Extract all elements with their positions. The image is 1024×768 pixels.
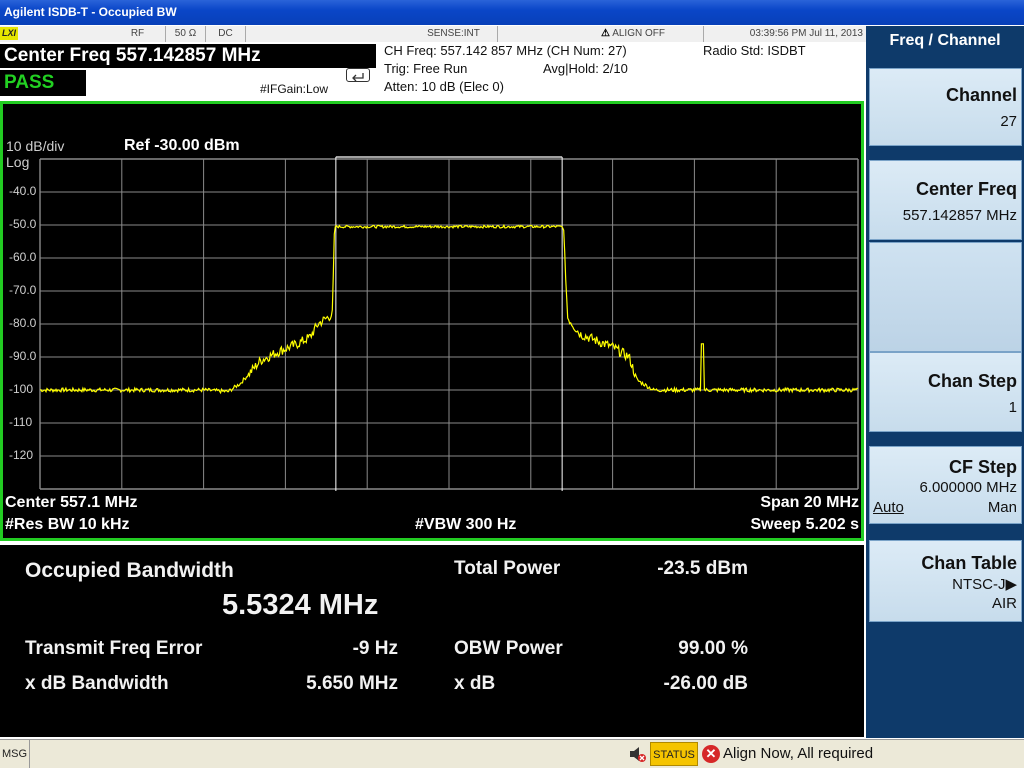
- softkey-chan-step-label: Chan Step: [927, 371, 1017, 391]
- softkey-cf-step-man[interactable]: Man: [988, 499, 1017, 516]
- scale-label: 10 dB/div: [6, 138, 65, 154]
- align-off-label: ALIGN OFF: [612, 28, 665, 39]
- softkey-center-freq[interactable]: Center Freq 557.142857 MHz: [869, 160, 1022, 240]
- total-power-value: -23.5 dBm: [657, 558, 748, 579]
- softkey-chan-table-label: Chan Table: [921, 553, 1017, 573]
- softkey-menu: Freq / Channel Channel 27 Center Freq 55…: [866, 26, 1024, 738]
- spectrum-plot: [39, 156, 859, 491]
- coupling-indicator: DC: [206, 26, 246, 42]
- y-tick-label: -120: [9, 448, 34, 462]
- y-tick-label: -90.0: [9, 349, 37, 363]
- ref-level-label[interactable]: Ref -30.00 dBm: [124, 137, 240, 155]
- y-tick-label: -40.0: [9, 184, 37, 198]
- total-power-label: Total Power: [454, 558, 561, 579]
- softkey-cf-step-auto[interactable]: Auto: [873, 499, 904, 516]
- spectrum-plot-panel: 10 dB/div Log Ref -30.00 dBm -40.0 -50.0 -…: [0, 101, 864, 541]
- y-tick-label: -70.0: [9, 283, 37, 297]
- softkey-chan-step[interactable]: Chan Step 1: [869, 352, 1022, 432]
- alignment-message: Align Now, All required: [723, 745, 874, 762]
- y-tick-label: -50.0: [9, 217, 37, 231]
- softkey-chan-table[interactable]: Chan Table NTSC-J▶ AIR: [869, 540, 1022, 622]
- obw-power-value: 99.00 %: [678, 638, 748, 659]
- softkey-center-freq-value: 557.142857 MHz: [902, 207, 1017, 224]
- log-label: Log: [6, 154, 30, 170]
- tfe-label: Transmit Freq Error: [25, 638, 203, 659]
- status-button[interactable]: STATUS: [650, 742, 698, 766]
- align-indicator: ⚠ ALIGN OFF: [598, 26, 704, 42]
- status-bar: MSG STATUS ✕ Align Now, All required: [0, 739, 1024, 768]
- vbw-label: #VBW 300 Hz: [415, 516, 517, 533]
- impedance-indicator: 50 Ω: [166, 26, 206, 42]
- atten-info: Atten: 10 dB (Elec 0): [384, 79, 504, 94]
- softkey-channel-label: Channel: [945, 85, 1017, 105]
- y-tick-label: -60.0: [9, 250, 37, 264]
- avg-hold-info: Avg|Hold: 2/10: [543, 61, 628, 76]
- obw-value: 5.5324 MHz: [222, 589, 379, 621]
- window-title: Agilent ISDB-T - Occupied BW: [0, 0, 1024, 25]
- y-tick-label: -100: [9, 382, 34, 396]
- softkey-chan-table-value: NTSC-J▶: [952, 576, 1017, 593]
- softkey-chan-step-value: 1: [1008, 399, 1017, 416]
- radio-std-info: Radio Std: ISDBT: [703, 43, 806, 58]
- error-icon: ✕: [702, 745, 720, 763]
- y-tick-label: -110: [9, 415, 33, 429]
- trigger-info: Trig: Free Run: [384, 61, 468, 76]
- speaker-muted-icon[interactable]: [628, 745, 648, 763]
- softkey-chan-table-value2: AIR: [991, 595, 1017, 612]
- date-time: 03:39:56 PM Jul 11, 2013: [749, 28, 863, 39]
- warning-icon: ⚠: [601, 28, 610, 39]
- center-label: Center 557.1 MHz: [5, 494, 138, 511]
- lxi-icon: LXI: [0, 27, 18, 40]
- pass-fail-indicator: PASS: [0, 70, 86, 96]
- sweep-label: Sweep 5.202 s: [750, 516, 859, 533]
- softkey-center-freq-label: Center Freq: [915, 179, 1017, 199]
- ch-freq-info: CH Freq: 557.142 857 MHz (CH Num: 27): [384, 43, 627, 58]
- tfe-value: -9 Hz: [352, 638, 398, 659]
- menu-title: Freq / Channel: [889, 32, 1001, 49]
- xdb-label: x dB: [454, 673, 496, 694]
- measurement-header: Center Freq 557.142857 MHz PASS #IFGain:…: [0, 42, 866, 99]
- sense-indicator: SENSE:INT: [410, 26, 498, 42]
- analyzer-window: Agilent ISDB-T - Occupied BW LXI RF 50 Ω…: [0, 0, 1024, 768]
- plot-grid: [39, 158, 859, 490]
- obw-label: Occupied Bandwidth: [25, 559, 234, 582]
- xdb-bw-value: 5.650 MHz: [306, 673, 398, 694]
- softkey-channel-value: 27: [1000, 113, 1017, 130]
- ifgain-indicator: #IFGain:Low: [260, 82, 329, 96]
- softkey-cf-step-value: 6.000000 MHz: [919, 479, 1017, 496]
- return-icon[interactable]: [346, 68, 370, 82]
- softkey-blank[interactable]: [869, 242, 1022, 352]
- softkey-cf-step[interactable]: CF Step 6.000000 MHz Auto Man: [869, 446, 1022, 524]
- center-freq-readout[interactable]: Center Freq 557.142857 MHz: [0, 44, 376, 68]
- results-panel: Occupied Bandwidth 5.5324 MHz Transmit F…: [0, 545, 864, 737]
- y-tick-label: -80.0: [9, 316, 37, 330]
- xdb-bw-label: x dB Bandwidth: [25, 673, 169, 694]
- res-bw-label: #Res BW 10 kHz: [5, 516, 130, 533]
- obw-power-label: OBW Power: [454, 638, 563, 659]
- xdb-value: -26.00 dB: [663, 673, 748, 694]
- instrument-status-row: LXI RF 50 Ω DC SENSE:INT ⚠ ALIGN OFF 03:…: [0, 26, 866, 42]
- msg-label[interactable]: MSG: [0, 740, 30, 768]
- rf-input-indicator: RF: [110, 26, 166, 42]
- span-label: Span 20 MHz: [760, 494, 859, 511]
- softkey-cf-step-label: CF Step: [948, 457, 1017, 477]
- softkey-channel[interactable]: Channel 27: [869, 68, 1022, 146]
